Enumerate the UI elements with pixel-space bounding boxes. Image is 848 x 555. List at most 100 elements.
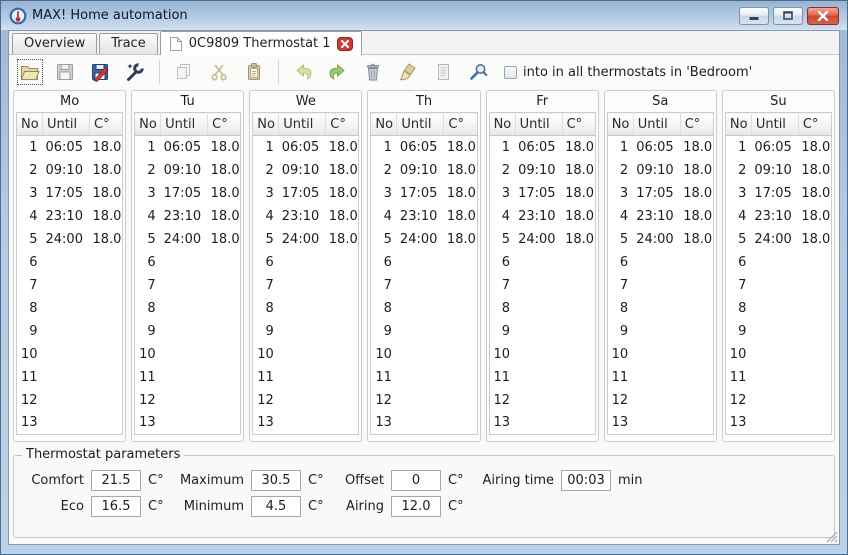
- schedule-row[interactable]: 7: [607, 274, 713, 297]
- schedule-row[interactable]: 3 17:05 18.0: [135, 182, 241, 205]
- schedule-table[interactable]: No Until C° 1 06:05 18.0 2 09:10 18.0 3 17:05 18…: [252, 112, 360, 435]
- cell-until[interactable]: [397, 320, 444, 343]
- cell-no[interactable]: 1: [135, 136, 161, 159]
- cell-no[interactable]: 3: [371, 182, 397, 205]
- cell-no[interactable]: 12: [17, 389, 43, 412]
- cell-no[interactable]: 10: [725, 343, 751, 366]
- cell-no[interactable]: 5: [17, 228, 43, 251]
- cell-no[interactable]: 1: [607, 136, 633, 159]
- cell-until[interactable]: [43, 251, 90, 274]
- schedule-row[interactable]: 8: [607, 297, 713, 320]
- cell-until[interactable]: 17:05: [161, 182, 208, 205]
- cell-temp[interactable]: 18.0: [798, 159, 831, 182]
- cell-until[interactable]: [43, 389, 90, 412]
- schedule-row[interactable]: 13: [489, 412, 595, 435]
- cell-temp[interactable]: 18.0: [326, 182, 359, 205]
- cell-no[interactable]: 4: [371, 205, 397, 228]
- cell-temp[interactable]: 18.0: [208, 182, 241, 205]
- title-bar[interactable]: MAX! Home automation: [1, 1, 847, 30]
- cell-no[interactable]: 2: [725, 159, 751, 182]
- cell-no[interactable]: 12: [135, 389, 161, 412]
- column-header-no[interactable]: No: [489, 112, 516, 136]
- close-button[interactable]: [807, 6, 839, 25]
- cell-temp[interactable]: 18.0: [444, 228, 477, 251]
- cell-until[interactable]: [515, 343, 562, 366]
- cell-no[interactable]: 4: [489, 205, 515, 228]
- cell-until[interactable]: 24:00: [161, 228, 208, 251]
- cell-no[interactable]: 5: [135, 228, 161, 251]
- tab-close-button[interactable]: [336, 36, 353, 51]
- cell-temp[interactable]: [444, 412, 477, 435]
- cell-temp[interactable]: 18.0: [208, 136, 241, 159]
- cell-until[interactable]: [751, 320, 798, 343]
- column-header-until[interactable]: Until: [42, 112, 90, 136]
- cell-until[interactable]: [633, 366, 680, 389]
- cell-no[interactable]: 11: [489, 366, 515, 389]
- column-header-no[interactable]: No: [16, 112, 43, 136]
- cell-no[interactable]: 11: [607, 366, 633, 389]
- cell-until[interactable]: 24:00: [515, 228, 562, 251]
- cell-no[interactable]: 7: [135, 274, 161, 297]
- schedule-row[interactable]: 10: [607, 343, 713, 366]
- cell-no[interactable]: 13: [17, 412, 43, 435]
- schedule-row[interactable]: 8: [371, 297, 477, 320]
- cell-no[interactable]: 8: [489, 297, 515, 320]
- cell-no[interactable]: 7: [17, 274, 43, 297]
- cell-temp[interactable]: 18.0: [680, 205, 713, 228]
- cell-temp[interactable]: [680, 389, 713, 412]
- cell-temp[interactable]: [208, 412, 241, 435]
- cell-until[interactable]: 24:00: [43, 228, 90, 251]
- schedule-row[interactable]: 12: [371, 389, 477, 412]
- cell-until[interactable]: [515, 389, 562, 412]
- cell-until[interactable]: 06:05: [161, 136, 208, 159]
- schedule-table[interactable]: No Until C° 1 06:05 18.0 2 09:10 18.0 3 17:05 18…: [370, 112, 478, 435]
- cell-temp[interactable]: [798, 412, 831, 435]
- cell-until[interactable]: [515, 366, 562, 389]
- column-header-until[interactable]: Until: [160, 112, 209, 136]
- schedule-row[interactable]: 7: [253, 274, 359, 297]
- cell-temp[interactable]: 18.0: [90, 182, 123, 205]
- column-header-temp[interactable]: C°: [798, 112, 832, 136]
- column-header-no[interactable]: No: [134, 112, 162, 136]
- cell-no[interactable]: 12: [607, 389, 633, 412]
- cell-no[interactable]: 5: [607, 228, 633, 251]
- cell-no[interactable]: 4: [253, 205, 279, 228]
- airing-time-field[interactable]: [561, 469, 611, 491]
- cell-until[interactable]: 06:05: [43, 136, 90, 159]
- cell-temp[interactable]: [208, 366, 241, 389]
- cell-no[interactable]: 5: [725, 228, 751, 251]
- cell-until[interactable]: 09:10: [279, 159, 326, 182]
- schedule-row[interactable]: 4 23:10 18.0: [371, 205, 477, 228]
- cell-temp[interactable]: [680, 297, 713, 320]
- schedule-row[interactable]: 9: [371, 320, 477, 343]
- schedule-row[interactable]: 4 23:10 18.0: [725, 205, 831, 228]
- cell-temp[interactable]: 18.0: [208, 159, 241, 182]
- cell-no[interactable]: 9: [253, 320, 279, 343]
- paste-button[interactable]: [242, 60, 266, 84]
- cell-temp[interactable]: [444, 389, 477, 412]
- cell-no[interactable]: 10: [607, 343, 633, 366]
- cell-temp[interactable]: 18.0: [90, 205, 123, 228]
- cell-no[interactable]: 11: [135, 366, 161, 389]
- schedule-table[interactable]: No Until C° 1 06:05 18.0 2 09:10 18.0 3 17:05 18…: [16, 112, 124, 435]
- column-header-until[interactable]: Until: [751, 112, 799, 136]
- column-header-no[interactable]: No: [252, 112, 280, 136]
- schedule-row[interactable]: 4 23:10 18.0: [607, 205, 713, 228]
- schedule-row[interactable]: 12: [135, 389, 241, 412]
- cell-no[interactable]: 9: [607, 320, 633, 343]
- cell-temp[interactable]: [90, 251, 123, 274]
- cell-no[interactable]: 6: [371, 251, 397, 274]
- cell-until[interactable]: [279, 251, 326, 274]
- cell-until[interactable]: [633, 320, 680, 343]
- comfort-field[interactable]: [91, 469, 141, 491]
- copy-button[interactable]: [172, 60, 196, 84]
- schedule-row[interactable]: 11: [135, 366, 241, 389]
- schedule-row[interactable]: 6: [725, 251, 831, 274]
- cell-temp[interactable]: [444, 251, 477, 274]
- configure-button[interactable]: [123, 60, 147, 84]
- cell-until[interactable]: [279, 297, 326, 320]
- maximize-button[interactable]: [773, 6, 803, 25]
- cell-no[interactable]: 13: [135, 412, 161, 435]
- cell-no[interactable]: 1: [17, 136, 43, 159]
- schedule-row[interactable]: 1 06:05 18.0: [607, 136, 713, 159]
